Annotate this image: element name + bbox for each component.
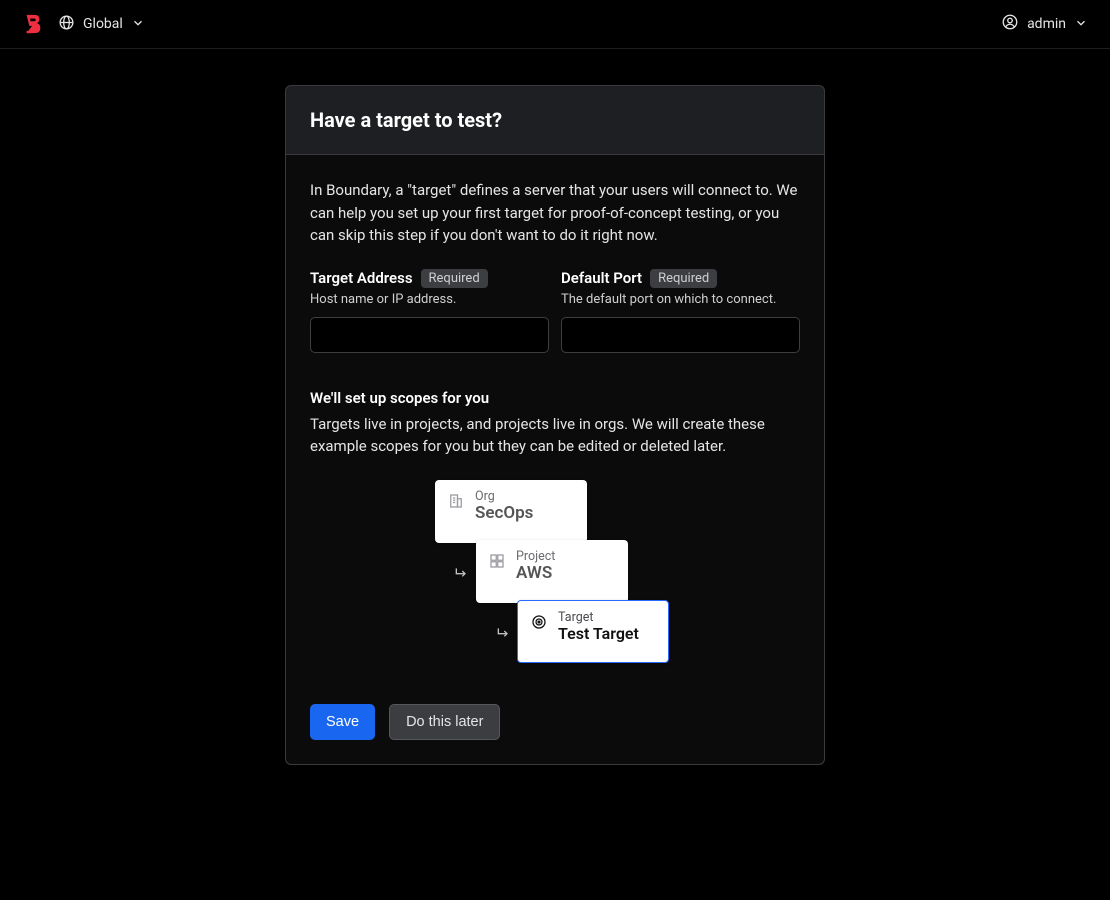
project-name: AWS <box>516 564 555 584</box>
scopes-title: We'll set up scopes for you <box>310 389 800 407</box>
user-menu[interactable]: admin <box>1001 13 1088 35</box>
dialog-wrap: Have a target to test? In Boundary, a "t… <box>0 49 1110 765</box>
save-button[interactable]: Save <box>310 704 375 740</box>
dialog-title: Have a target to test? <box>310 108 800 132</box>
onboarding-dialog: Have a target to test? In Boundary, a "t… <box>285 85 825 765</box>
org-icon <box>447 492 465 510</box>
scopes-section: We'll set up scopes for you Targets live… <box>310 389 800 740</box>
address-help: Host name or IP address. <box>310 292 549 307</box>
port-help: The default port on which to connect. <box>561 292 800 307</box>
do-later-button[interactable]: Do this later <box>389 704 500 740</box>
port-label: Default Port <box>561 269 642 287</box>
dialog-intro: In Boundary, a "target" defines a server… <box>310 179 800 247</box>
required-badge: Required <box>421 269 488 288</box>
target-icon <box>530 613 548 631</box>
target-name: Test Target <box>558 625 639 643</box>
user-label: admin <box>1027 16 1066 32</box>
default-port-input[interactable] <box>561 317 800 353</box>
target-address-input[interactable] <box>310 317 549 353</box>
chevron-down-icon <box>1074 15 1088 34</box>
project-kicker: Project <box>516 550 555 564</box>
scope-selector[interactable]: Global <box>58 14 145 35</box>
project-icon <box>488 552 506 570</box>
button-row: Save Do this later <box>310 704 800 740</box>
dialog-header: Have a target to test? <box>286 86 824 155</box>
header-right: admin <box>1001 13 1088 35</box>
user-icon <box>1001 13 1019 35</box>
target-kicker: Target <box>558 611 639 625</box>
label-row: Target Address Required <box>310 269 549 288</box>
scopes-desc: Targets live in projects, and projects l… <box>310 413 800 458</box>
boundary-logo-icon <box>22 13 44 35</box>
card-text: Target Test Target <box>558 611 639 644</box>
scope-label: Global <box>83 16 123 32</box>
form-group-port: Default Port Required The default port o… <box>561 269 800 353</box>
org-name: SecOps <box>475 504 533 524</box>
scopes-illustration: Org SecOps <box>310 480 800 680</box>
target-card: Target Test Target <box>517 600 669 663</box>
chevron-down-icon <box>131 15 145 34</box>
card-text: Project AWS <box>516 550 555 584</box>
label-row: Default Port Required <box>561 269 800 288</box>
app-header: Global admin <box>0 0 1110 49</box>
form-group-address: Target Address Required Host name or IP … <box>310 269 549 353</box>
address-label: Target Address <box>310 269 413 287</box>
form-row: Target Address Required Host name or IP … <box>310 269 800 353</box>
required-badge: Required <box>650 269 717 288</box>
org-kicker: Org <box>475 490 533 504</box>
header-left: Global <box>22 13 145 35</box>
org-card: Org SecOps <box>435 480 587 543</box>
card-text: Org SecOps <box>475 490 533 524</box>
corner-arrow-icon <box>453 565 469 581</box>
globe-icon <box>58 14 75 35</box>
corner-arrow-icon <box>495 625 511 641</box>
project-card: Project AWS <box>476 540 628 603</box>
dialog-body: In Boundary, a "target" defines a server… <box>286 155 824 764</box>
